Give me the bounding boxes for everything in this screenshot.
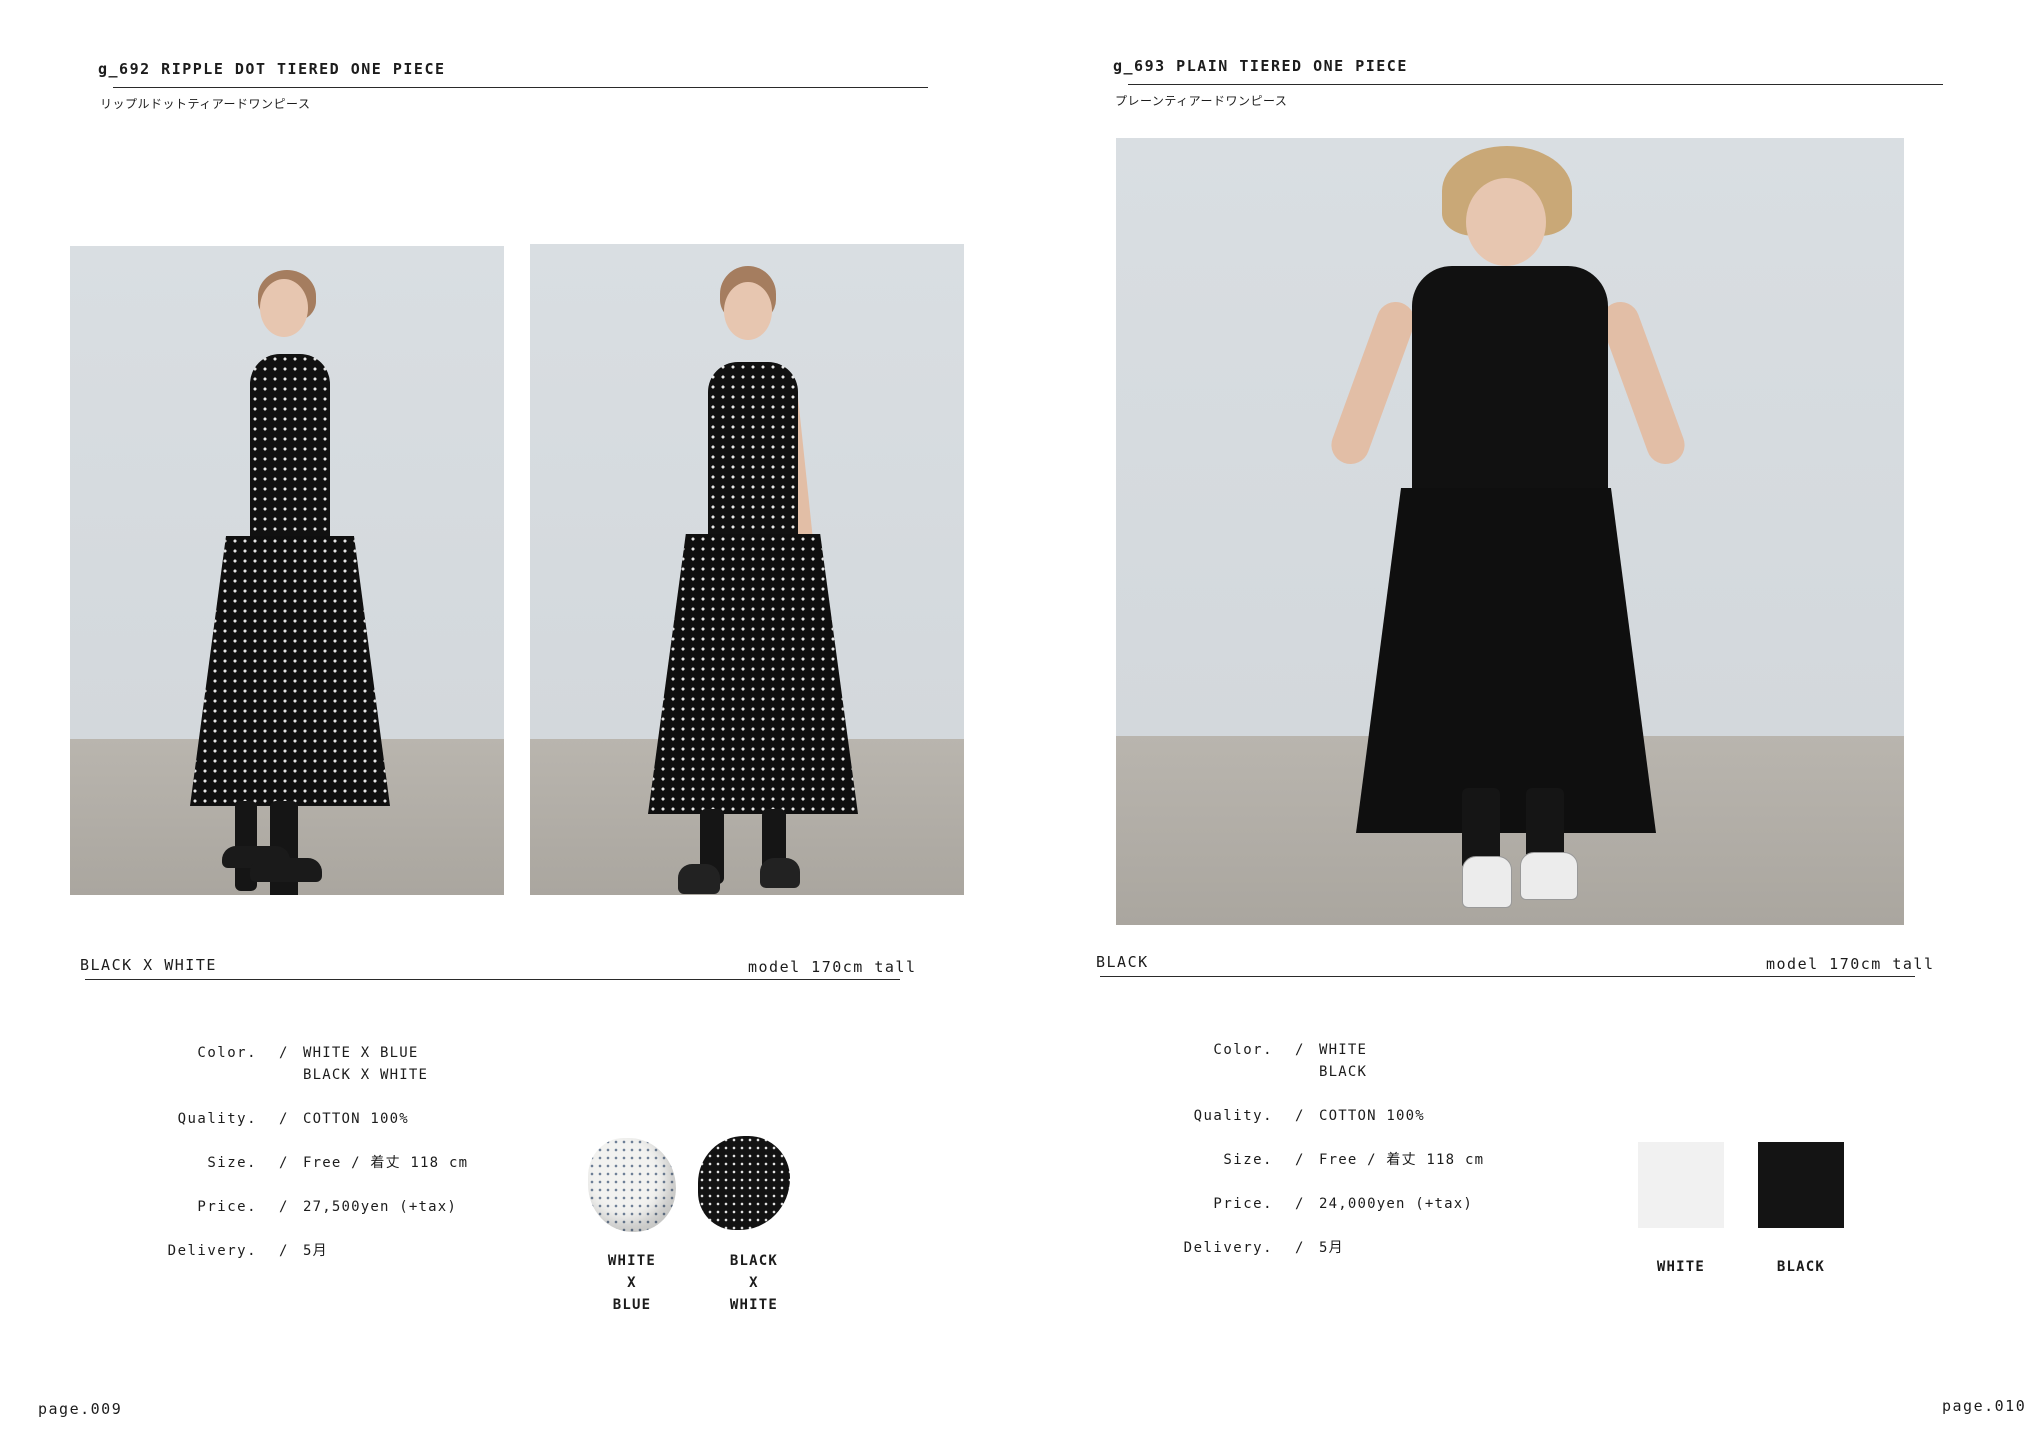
spec-price-value: 27,500yen (+tax)	[303, 1199, 458, 1215]
spec-slash: /	[279, 1243, 288, 1259]
spec-size-value: Free / 着丈 118 cm	[1319, 1152, 1485, 1168]
model-photo-main	[1116, 138, 1904, 925]
title-divider	[113, 87, 928, 88]
spec-color-value: WHITE BLACK	[1319, 1039, 1367, 1083]
product-title-g693: g_693 PLAIN TIERED ONE PIECE	[1113, 57, 1408, 75]
spec-slash: /	[1295, 1196, 1304, 1212]
spec-color-value: WHITE X BLUE BLACK X WHITE	[303, 1042, 428, 1086]
spec-size-label: Size.	[1223, 1152, 1273, 1168]
swatch-label-white: WHITE	[1656, 1259, 1706, 1275]
spec-delivery-label: Delivery.	[167, 1243, 257, 1259]
spec-slash: /	[1295, 1108, 1304, 1124]
spec-color-label: Color.	[197, 1045, 257, 1061]
spec-slash: /	[1295, 1042, 1304, 1058]
spec-color-label: Color.	[1213, 1042, 1273, 1058]
caption-colorway: BLACK	[1096, 953, 1149, 971]
swatch-label-line: BLUE	[612, 1297, 652, 1313]
color-swatch-black	[1758, 1142, 1844, 1228]
spec-color-value-line: WHITE X BLUE	[303, 1045, 419, 1061]
spec-slash: /	[279, 1155, 288, 1171]
spec-quality-value: COTTON 100%	[303, 1111, 409, 1127]
spec-color-value-line: BLACK	[1319, 1064, 1368, 1080]
spec-price-label: Price.	[197, 1199, 257, 1215]
page-number-left: page.009	[38, 1400, 123, 1418]
swatch-label-line: X	[627, 1275, 637, 1291]
swatch-label-black-x-white: BLACK X WHITE	[710, 1250, 798, 1316]
model-photo-side-view	[70, 246, 504, 895]
product-subtitle-g693: プレーンティアードワンピース	[1115, 94, 1288, 108]
spec-quality-value: COTTON 100%	[1319, 1108, 1425, 1124]
fabric-swatch-black-x-white	[698, 1136, 790, 1230]
caption-colorway: BLACK X WHITE	[80, 956, 217, 974]
spec-size-label: Size.	[207, 1155, 257, 1171]
caption-divider	[85, 979, 900, 980]
spec-quality-label: Quality.	[1193, 1108, 1273, 1124]
spec-color-value-line: BLACK X WHITE	[303, 1067, 429, 1083]
swatch-label-white-x-blue: WHITE X BLUE	[588, 1250, 676, 1316]
spec-color-value-line: WHITE	[1319, 1042, 1368, 1058]
fabric-swatch-white-x-blue	[588, 1138, 676, 1232]
page-number-right: page.010	[1942, 1397, 2027, 1415]
swatch-label-line: X	[749, 1275, 759, 1291]
swatch-label-black: BLACK	[1776, 1259, 1826, 1275]
spec-quality-label: Quality.	[177, 1111, 257, 1127]
spec-price-label: Price.	[1213, 1196, 1273, 1212]
spec-delivery-label: Delivery.	[1183, 1240, 1273, 1256]
product-title-g692: g_692 RIPPLE DOT TIERED ONE PIECE	[98, 60, 446, 78]
swatch-label-line: WHITE	[607, 1253, 657, 1269]
spec-slash: /	[279, 1199, 288, 1215]
model-photo-front-view	[530, 244, 964, 895]
title-divider	[1128, 84, 1943, 85]
spec-slash: /	[1295, 1152, 1304, 1168]
color-swatch-white	[1638, 1142, 1724, 1228]
spec-slash: /	[279, 1111, 288, 1127]
spec-slash: /	[1295, 1240, 1304, 1256]
caption-model-height: model 170cm tall	[748, 958, 917, 976]
spec-delivery-value: 5月	[303, 1243, 328, 1259]
spec-delivery-value: 5月	[1319, 1240, 1344, 1256]
spec-slash: /	[279, 1045, 288, 1061]
caption-divider	[1100, 976, 1915, 977]
swatch-label-line: BLACK	[729, 1253, 779, 1269]
spec-size-value: Free / 着丈 118 cm	[303, 1155, 469, 1171]
product-subtitle-g692: リップルドットティアードワンピース	[100, 97, 311, 111]
swatch-label-line: WHITE	[729, 1297, 779, 1313]
caption-model-height: model 170cm tall	[1766, 955, 1935, 973]
spec-price-value: 24,000yen (+tax)	[1319, 1196, 1474, 1212]
